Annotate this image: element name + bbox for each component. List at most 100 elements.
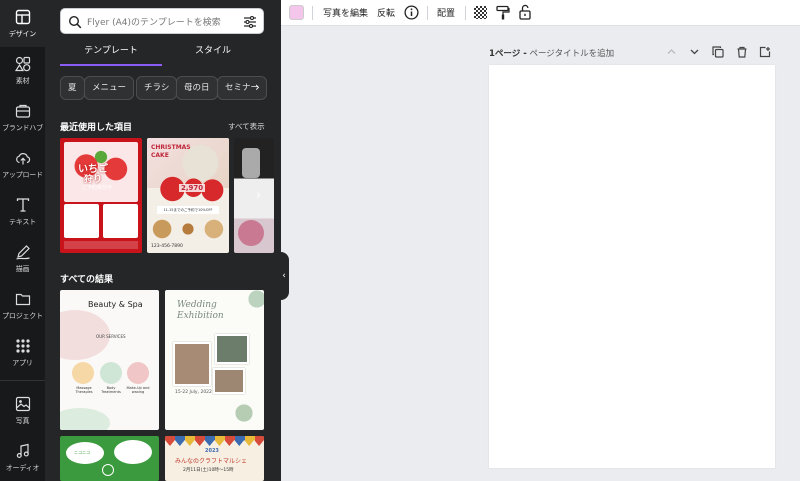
rail-label: オーディオ (5, 463, 40, 472)
unlock-icon[interactable] (518, 4, 532, 24)
trash-icon[interactable] (736, 46, 748, 61)
apps-icon (15, 338, 31, 354)
rail-label: アップロード (2, 170, 43, 179)
chip-menu[interactable]: メニュー (84, 76, 135, 100)
chevron-right-icon[interactable]: › (255, 80, 260, 94)
chip-mothers-day[interactable]: 母の日 (176, 76, 218, 100)
toolbar-divider (427, 6, 428, 20)
filter-chips: 夏 メニュー チラシ 母の日 セミナー (60, 76, 272, 100)
add-page-icon[interactable] (759, 46, 771, 61)
search-input[interactable]: Flyer (A4)のテンプレートを検索 (60, 8, 264, 34)
rail-label: 描画 (15, 264, 30, 273)
arrange-button[interactable]: 配置 (437, 6, 455, 19)
page-title-placeholder: ページタイトルを追加 (529, 49, 615, 59)
draw-icon (15, 244, 31, 260)
result-template-wedding[interactable]: Wedding Exhibition 15-22 July, 2022 (165, 290, 264, 430)
thumb-flower (238, 220, 264, 246)
recent-template-strawberry[interactable]: いちご 狩り ご予約受付中 (60, 138, 142, 253)
shapes-icon (14, 56, 31, 72)
cookies (151, 218, 225, 240)
chevron-up-icon[interactable] (666, 46, 677, 60)
duplicate-icon[interactable] (712, 46, 724, 61)
templates-panel: Flyer (A4)のテンプレートを検索 テンプレート スタイル 夏 メニュー … (45, 0, 281, 481)
service-circle (100, 362, 122, 384)
rail-divider (0, 380, 45, 381)
smile-icon (102, 464, 114, 476)
footer-bar (64, 241, 138, 249)
tab-styles[interactable]: スタイル (162, 42, 264, 66)
transparency-icon[interactable] (474, 6, 487, 19)
edit-photo-button[interactable]: 写真を編集 (323, 6, 368, 19)
rail-item-brand[interactable]: ブランドハブ (0, 94, 45, 141)
result-template-green[interactable]: ニコニコ (60, 436, 159, 481)
result-template-beauty-spa[interactable]: Beauty & Spa OUR SERVICES Massage Therap… (60, 290, 159, 430)
music-icon (15, 443, 31, 459)
rail-item-photos[interactable]: 写真 (0, 387, 45, 434)
collapse-panel-button[interactable]: ‹ (279, 252, 289, 300)
rail-item-projects[interactable]: プロジェクト (0, 282, 45, 329)
chip-summer[interactable]: 夏 (60, 76, 85, 100)
rail-item-design[interactable]: デザイン (0, 0, 45, 47)
thumb-phone: 123-456-7890 (151, 244, 183, 249)
leaf-decor (242, 290, 264, 314)
rail-label: アプリ (12, 358, 33, 367)
rail-label: 素材 (15, 76, 30, 85)
color-swatch[interactable] (289, 5, 304, 20)
brand-icon (15, 103, 31, 119)
thumb-year: 2023 (205, 448, 219, 454)
rail-item-audio[interactable]: オーディオ (0, 434, 45, 481)
context-toolbar: 写真を編集 反転 配置 (281, 0, 800, 26)
rail-item-draw[interactable]: 描画 (0, 235, 45, 282)
rail-item-text[interactable]: テキスト (0, 188, 45, 235)
rail-item-elements[interactable]: 素材 (0, 47, 45, 94)
result-template-craft-marche[interactable]: 2023 みんなのクラフトマルシェ 2月11日(土)10時〜15時 (165, 436, 264, 481)
thumb-shape (242, 148, 260, 178)
info-box (64, 204, 99, 238)
thumb-date: 2月11日(土)10時〜15時 (183, 468, 234, 473)
service-circle (127, 362, 149, 384)
left-rail: デザイン 素材 ブランドハブ アップロード テキスト 描画 プロジェクト アプリ… (0, 0, 45, 481)
photo-frame (173, 342, 211, 386)
recent-template-partial[interactable] (234, 138, 274, 253)
all-results-title: すべての結果 (60, 275, 114, 285)
design-canvas[interactable] (489, 65, 775, 468)
rail-label: プロジェクト (2, 311, 43, 320)
page-title[interactable]: 1ページ - ページタイトルを追加 (489, 47, 614, 59)
rail-item-apps[interactable]: アプリ (0, 329, 45, 376)
thumb-sub: 11.15までのご予約で10%OFF (157, 206, 219, 214)
thumb-title: Wedding (177, 300, 217, 310)
thumb-title: Beauty & Spa (88, 300, 143, 309)
thumb-title: CHRISTMAS (151, 144, 191, 151)
thumb-title: みんなのクラフトマルシェ (175, 458, 248, 465)
rail-label: デザイン (8, 29, 37, 38)
tab-templates[interactable]: テンプレート (60, 42, 162, 66)
recent-template-christmas-cake[interactable]: CHRISTMAS CAKE 2,970 11.15までのご予約で10%OFF … (147, 138, 229, 253)
thumb-date: 15-22 July, 2022 (175, 390, 212, 395)
info-icon[interactable] (404, 5, 419, 24)
photo-frame (213, 368, 245, 394)
chevron-down-icon[interactable] (689, 46, 700, 60)
paint-roller-icon[interactable] (496, 5, 510, 24)
chip-flyer[interactable]: チラシ (136, 76, 178, 100)
folder-icon (15, 291, 31, 307)
flip-button[interactable]: 反転 (377, 6, 395, 19)
rail-item-uploads[interactable]: アップロード (0, 141, 45, 188)
speech-bubble (114, 440, 152, 464)
photo-icon (15, 396, 31, 412)
blob-shape (60, 408, 110, 430)
toolbar-divider (312, 6, 313, 20)
chevron-left-icon: ‹ (282, 271, 286, 281)
page-number: 1ページ - (489, 49, 527, 59)
service-label: Body Treatments (101, 386, 121, 394)
info-box (103, 204, 138, 238)
panel-tabs: テンプレート スタイル (60, 42, 264, 66)
chevron-right-icon[interactable]: › (256, 188, 261, 203)
see-all-link[interactable]: すべて表示 (228, 121, 265, 132)
service-circle (72, 362, 94, 384)
bunting-decor (165, 436, 264, 446)
rail-label: テキスト (9, 217, 36, 226)
service-label: Massage Therapies (75, 386, 93, 394)
toolbar-divider (465, 6, 466, 20)
photo-frame (215, 334, 249, 364)
filter-icon[interactable] (243, 14, 257, 33)
